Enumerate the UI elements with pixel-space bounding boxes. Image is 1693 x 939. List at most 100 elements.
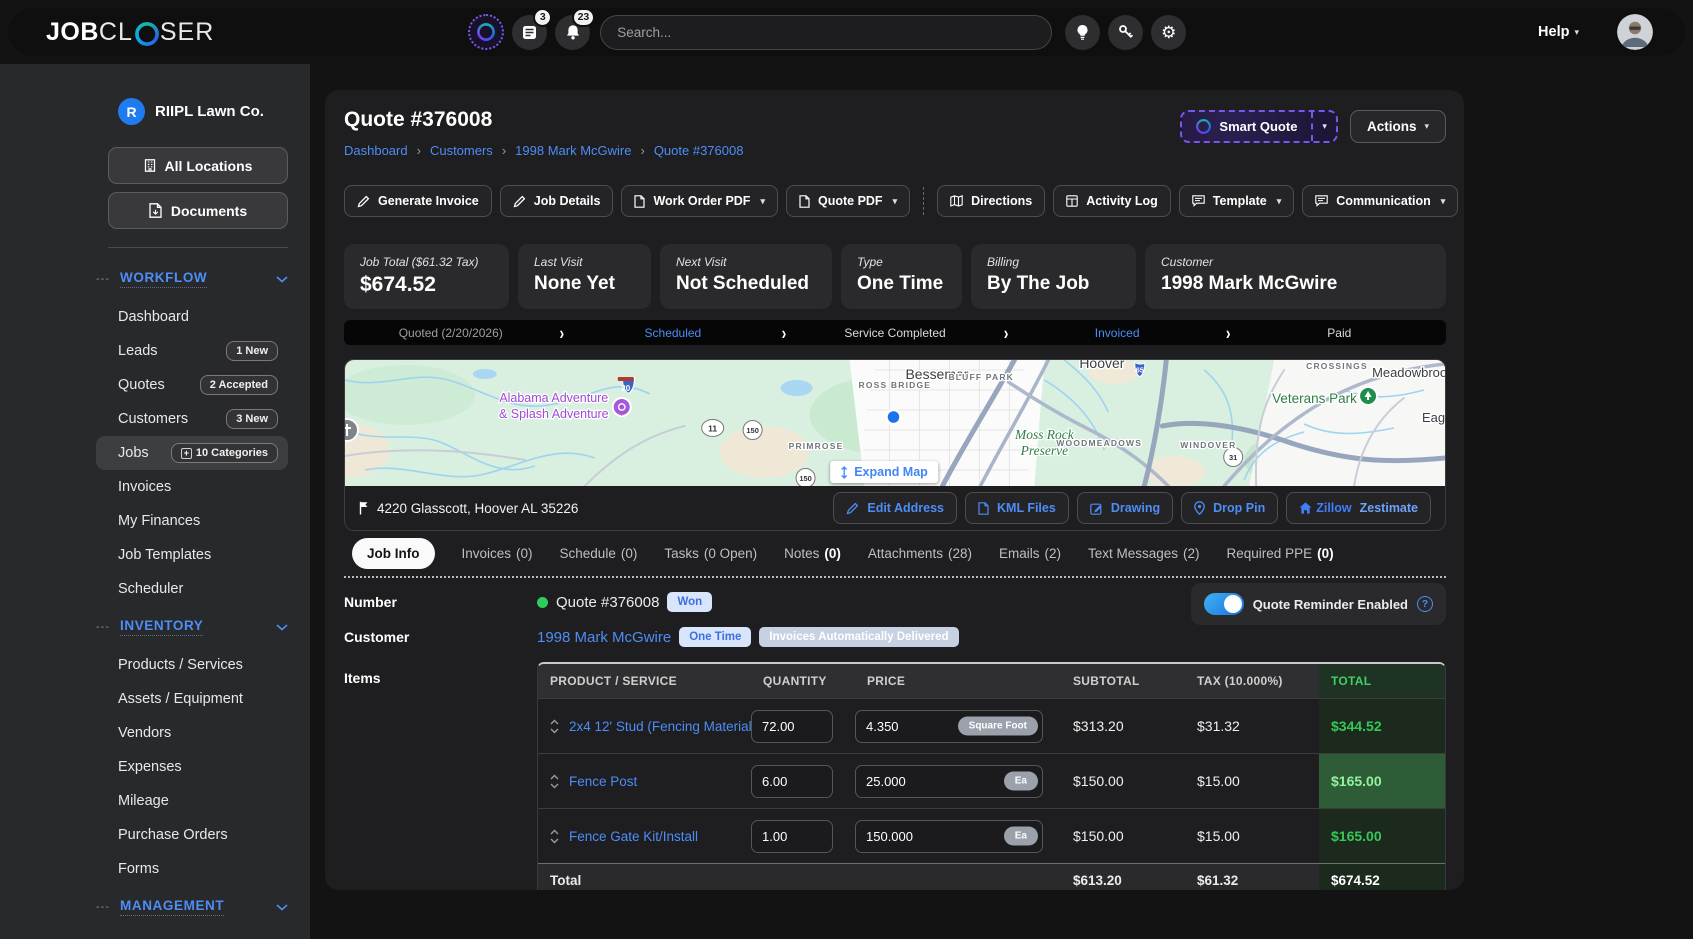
breadcrumb-dashboard[interactable]: Dashboard	[344, 143, 408, 158]
chevron-down-icon: ▾	[1574, 27, 1579, 38]
notifications-button[interactable]: 23	[555, 15, 590, 50]
tab-required-ppe[interactable]: Required PPE(0)	[1227, 546, 1334, 561]
logo-text-light: CL	[99, 18, 133, 47]
sidebar-item-quotes[interactable]: Quotes2 Accepted	[96, 368, 288, 402]
sidebar-item-products-services[interactable]: Products / Services	[96, 648, 288, 682]
map-location-marker[interactable]	[887, 410, 901, 424]
tab-notes[interactable]: Notes(0)	[784, 546, 841, 561]
sidebar-item-invoices[interactable]: Invoices	[96, 470, 288, 504]
gear-icon: ⚙	[1161, 24, 1176, 41]
all-locations-button[interactable]: All Locations	[108, 147, 288, 184]
app-logo[interactable]: JOBCLSER	[46, 18, 214, 47]
stage-service-completed[interactable]: Service Completed	[788, 326, 1001, 340]
sidebar-item-job-templates[interactable]: Job Templates	[96, 538, 288, 572]
sidebar-item-jobs[interactable]: Jobs+10 Categories	[96, 436, 288, 470]
sidebar-item-forms[interactable]: Forms	[96, 852, 288, 886]
work-order-pdf-button[interactable]: Work Order PDF▾	[621, 185, 778, 217]
quote-pdf-button[interactable]: Quote PDF▾	[786, 185, 910, 217]
church-poi-icon	[345, 419, 358, 441]
company-selector[interactable]: R RIIPL Lawn Co.	[118, 98, 288, 125]
reorder-handle[interactable]	[550, 829, 559, 844]
sidebar-item-assets-equipment[interactable]: Assets / Equipment	[96, 682, 288, 716]
tab-job-info[interactable]: Job Info	[352, 538, 435, 569]
zillow-zestimate-button[interactable]: Zillow Zestimate	[1286, 492, 1431, 524]
job-details-button[interactable]: Job Details	[500, 185, 614, 217]
stage-scheduled[interactable]: Scheduled	[566, 326, 779, 340]
map-label-ross-bridge: ROSS BRIDGE	[859, 380, 932, 390]
sidebar-item-leads[interactable]: Leads1 New	[96, 334, 288, 368]
tips-button[interactable]	[1065, 15, 1100, 50]
sidebar-section-management[interactable]: --- MANAGEMENT	[96, 892, 288, 922]
plus-icon: +	[181, 448, 192, 459]
sidebar-section-workflow[interactable]: --- WORKFLOW	[96, 264, 288, 294]
activity-log-button[interactable]: Activity Log	[1053, 185, 1171, 217]
documents-button[interactable]: Documents	[108, 192, 288, 229]
product-link[interactable]: Fence Gate Kit/Install	[569, 829, 698, 844]
table-row: Fence Gate Kit/Install Ea $150.00 $15.00…	[538, 808, 1445, 863]
sidebar-item-customers[interactable]: Customers3 New	[96, 402, 288, 436]
settings-button[interactable]: ⚙	[1151, 15, 1186, 50]
ai-orb-button[interactable]	[468, 14, 504, 50]
stage-invoiced[interactable]: Invoiced	[1010, 326, 1223, 340]
sidebar-item-vendors[interactable]: Vendors	[96, 716, 288, 750]
product-link[interactable]: 2x4 12' Stud (Fencing Material)	[569, 719, 751, 734]
tab-invoices[interactable]: Invoices(0)	[462, 546, 533, 561]
user-avatar[interactable]	[1617, 14, 1653, 50]
api-keys-button[interactable]	[1108, 15, 1143, 50]
chevron-right-icon: ›	[557, 322, 566, 343]
quote-reminder-toggle[interactable]	[1204, 593, 1244, 615]
map-icon	[950, 195, 963, 207]
reorder-handle[interactable]	[550, 719, 559, 734]
breadcrumb-customer-name[interactable]: 1998 Mark McGwire	[515, 143, 631, 158]
product-link[interactable]: Fence Post	[569, 774, 637, 789]
stage-quoted[interactable]: Quoted (2/20/2026)	[344, 326, 557, 340]
customer-label: Customer	[344, 629, 537, 645]
number-label: Number	[344, 594, 537, 610]
customer-link[interactable]: 1998 Mark McGwire	[537, 629, 671, 646]
last-visit-card: Last VisitNone Yet	[518, 244, 651, 309]
tab-schedule[interactable]: Schedule(0)	[560, 546, 638, 561]
map-label-hoover: Hoover	[1079, 360, 1124, 371]
tab-emails[interactable]: Emails(2)	[999, 546, 1061, 561]
smart-quote-button[interactable]: Smart Quote ▾	[1180, 110, 1338, 143]
customer-row: Customer 1998 Mark McGwire One Time Invo…	[344, 627, 1446, 647]
sidebar-item-my-finances[interactable]: My Finances	[96, 504, 288, 538]
sidebar-item-mileage[interactable]: Mileage	[96, 784, 288, 818]
quantity-input[interactable]	[751, 710, 833, 743]
drop-pin-button[interactable]: Drop Pin	[1181, 492, 1278, 524]
template-button[interactable]: Template▾	[1179, 185, 1294, 217]
chevron-down-icon	[550, 728, 559, 734]
sidebar-item-dashboard[interactable]: Dashboard	[96, 300, 288, 334]
help-menu[interactable]: Help ▾	[1538, 24, 1579, 40]
communication-button[interactable]: Communication▾	[1302, 185, 1458, 217]
sidebar-item-expenses[interactable]: Expenses	[96, 750, 288, 784]
sidebar-item-purchase-orders[interactable]: Purchase Orders	[96, 818, 288, 852]
expand-map-button[interactable]: Expand Map	[830, 461, 938, 483]
actions-button[interactable]: Actions ▾	[1350, 110, 1446, 143]
quantity-input[interactable]	[751, 765, 833, 798]
smart-quote-dropdown[interactable]: ▾	[1311, 112, 1336, 141]
quantity-input[interactable]	[751, 820, 833, 853]
help-question-icon[interactable]: ?	[1417, 596, 1433, 612]
chevron-up-icon	[550, 829, 559, 835]
queue-button[interactable]: 3	[512, 15, 547, 50]
col-subtotal: SUBTOTAL	[1061, 664, 1185, 698]
directions-button[interactable]: Directions	[937, 185, 1045, 217]
generate-invoice-button[interactable]: Generate Invoice	[344, 185, 492, 217]
edit-address-button[interactable]: Edit Address	[833, 492, 957, 524]
breadcrumb-customers[interactable]: Customers	[430, 143, 493, 158]
search-input[interactable]	[600, 15, 1052, 50]
stage-paid[interactable]: Paid	[1233, 326, 1446, 340]
breadcrumb-quote[interactable]: Quote #376008	[654, 143, 744, 158]
table-row: Fence Post Ea $150.00 $15.00 $165.00	[538, 753, 1445, 808]
sidebar-section-inventory[interactable]: --- INVENTORY	[96, 612, 288, 642]
col-quantity: QUANTITY	[751, 664, 855, 698]
tab-attachments[interactable]: Attachments(28)	[868, 546, 972, 561]
sidebar-item-scheduler[interactable]: Scheduler	[96, 572, 288, 606]
tab-text-messages[interactable]: Text Messages(2)	[1088, 546, 1200, 561]
top-navigation-bar: JOBCLSER 3 23 ⚙ Help ▾	[8, 8, 1685, 56]
tab-tasks[interactable]: Tasks(0 Open)	[664, 546, 757, 561]
reorder-handle[interactable]	[550, 774, 559, 789]
drawing-button[interactable]: Drawing	[1077, 492, 1173, 524]
kml-files-button[interactable]: KML Files	[965, 492, 1069, 524]
